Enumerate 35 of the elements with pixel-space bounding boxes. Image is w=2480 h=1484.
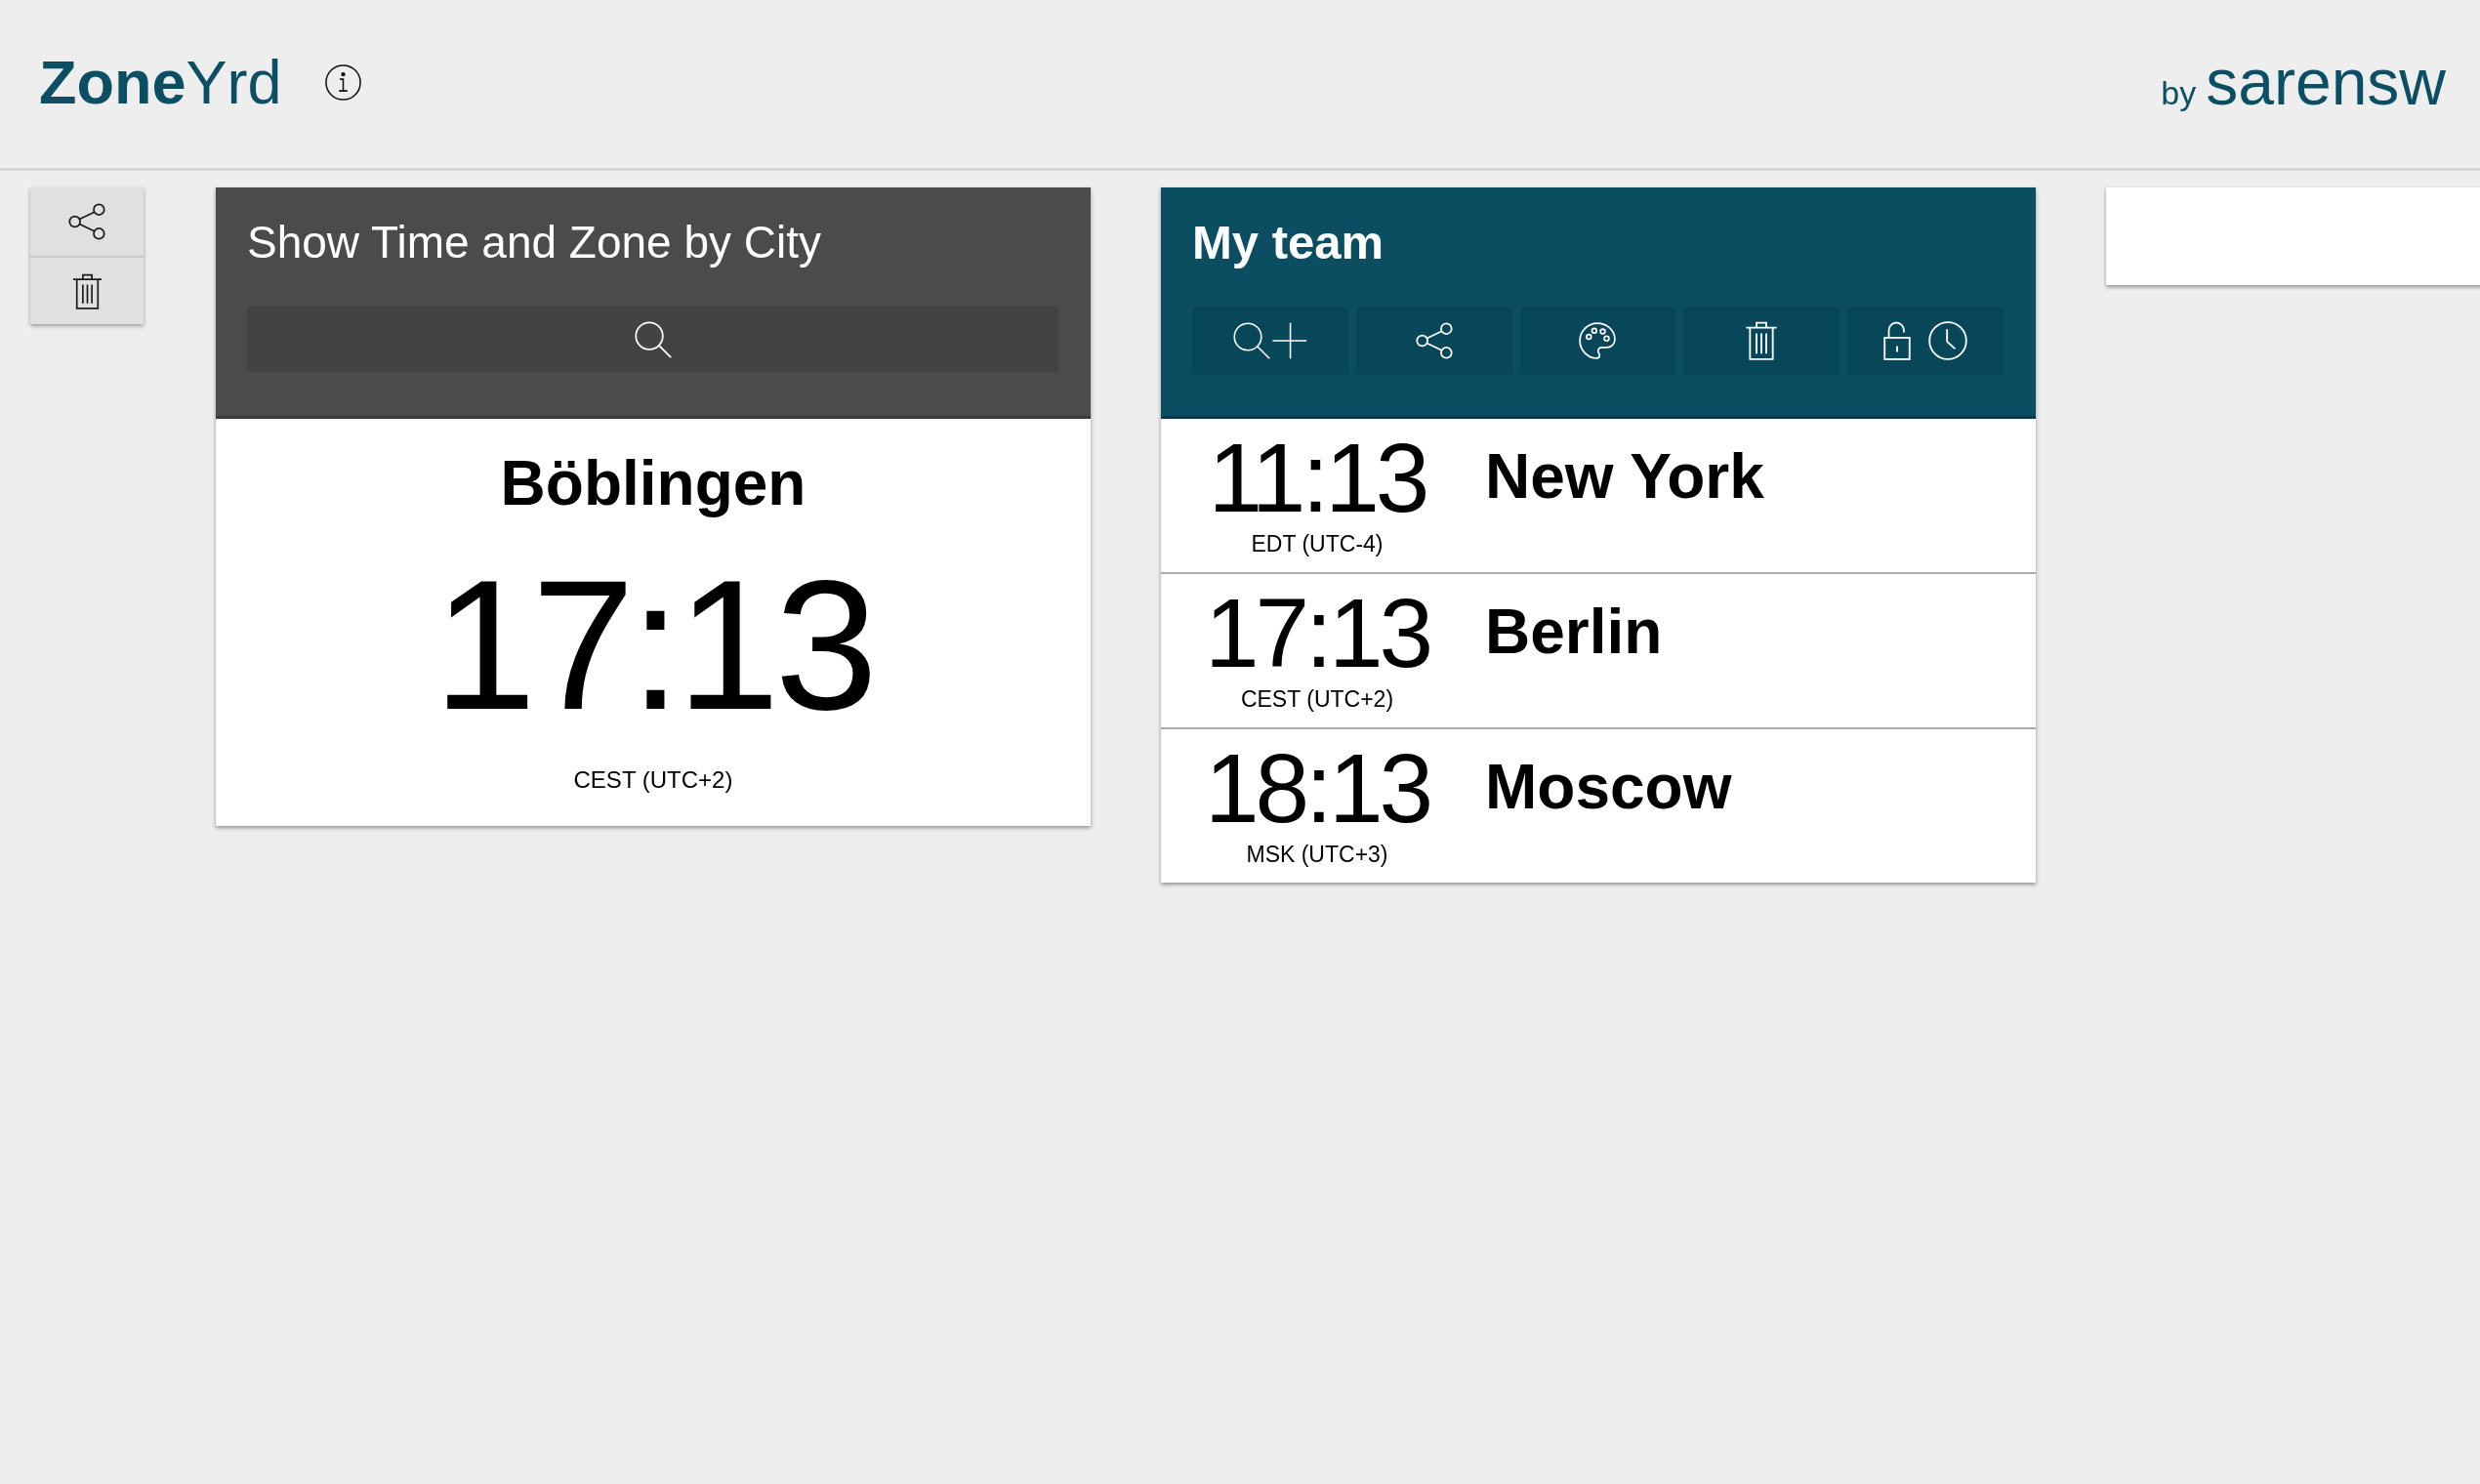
color-button[interactable]	[1519, 307, 1676, 374]
search-plus-icon	[1232, 321, 1307, 359]
delete-button[interactable]	[1683, 307, 1840, 374]
city-name: Berlin	[1485, 597, 1663, 667]
card-title: Show Time and Zone by City	[247, 216, 823, 269]
search-field[interactable]	[247, 307, 1058, 372]
trash-icon	[1745, 320, 1779, 360]
timezone-label: MSK (UTC+3)	[1246, 841, 1388, 868]
trash-icon	[71, 272, 103, 309]
clock-time: 18:13	[1204, 739, 1430, 837]
lock-time-button[interactable]	[1847, 307, 2004, 374]
search-icon	[634, 320, 672, 358]
clock-time: 17:13	[1204, 584, 1430, 681]
clock-time: 11:13	[1208, 429, 1426, 526]
city-name: Moscow	[1485, 752, 1732, 822]
byline-label: by	[2161, 74, 2197, 112]
timezone-label: CEST (UTC+2)	[1240, 685, 1394, 713]
brand-name: sarensw	[2206, 50, 2446, 114]
share-button[interactable]	[1355, 307, 1512, 374]
add-city-button[interactable]	[1192, 307, 1348, 374]
open-padlock-icon	[1883, 320, 1912, 360]
timezone-label: CEST (UTC+2)	[573, 766, 733, 794]
share-button[interactable]	[30, 187, 144, 256]
info-icon[interactable]	[324, 63, 361, 101]
delete-button[interactable]	[30, 256, 144, 324]
palette-icon	[1579, 321, 1617, 359]
city-name: Böblingen	[500, 448, 806, 518]
app-logo: ZoneYrd	[39, 51, 282, 113]
share-icon	[1415, 321, 1453, 359]
clock-icon	[1928, 320, 1968, 360]
card-title: My team	[1192, 215, 1385, 269]
clock-time: 17:13	[433, 552, 874, 737]
city-name: New York	[1485, 441, 1764, 512]
timezone-label: EDT (UTC-4)	[1251, 530, 1384, 557]
share-icon	[68, 203, 105, 240]
